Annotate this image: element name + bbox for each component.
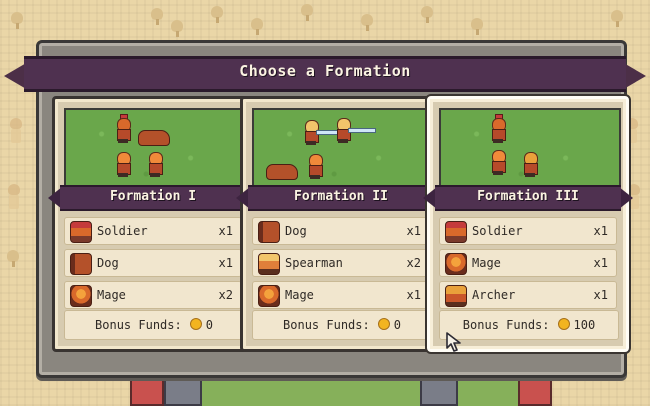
bonus-funds: Bonus Funds: 0 [252, 310, 432, 340]
unit-name: Dog [97, 256, 119, 270]
archer-icon [445, 285, 467, 307]
bonus-funds-value: 0 [393, 318, 401, 332]
tree-icon [470, 18, 484, 36]
archer-icon [521, 148, 539, 178]
bonus-funds-label: Bonus Funds: [283, 318, 370, 332]
mage-icon [70, 285, 92, 307]
unit-row: Soldier x1 [64, 217, 242, 245]
formation-name: Formation III [477, 189, 579, 204]
formation-ribbon: Formation III [423, 185, 633, 211]
unit-row: Archer x1 [439, 281, 617, 309]
mage-icon [445, 253, 467, 275]
bonus-funds-label: Bonus Funds: [462, 318, 550, 332]
unit-count: x1 [406, 224, 421, 238]
soldier-icon [70, 221, 92, 243]
dialog-title: Choose a Formation [239, 62, 411, 80]
formation-preview-grass [252, 108, 434, 192]
unit-count: x1 [218, 256, 233, 270]
title-banner: Choose a Formation [4, 56, 646, 92]
bonus-funds: Bonus Funds: 100 [439, 310, 619, 340]
bonus-funds-value: 0 [205, 318, 213, 332]
mage-icon [306, 150, 324, 180]
unit-row: Soldier x1 [439, 217, 617, 245]
unit-name: Spearman [285, 256, 343, 270]
unit-count: x1 [593, 256, 608, 270]
formation-name: Formation I [109, 189, 197, 204]
unit-count: x1 [593, 224, 608, 238]
coin-icon [557, 318, 570, 330]
mage-icon [114, 148, 132, 178]
formation-card-2[interactable]: Formation II Dog x1 Spearman x2 Mage x1 … [236, 96, 446, 352]
bonus-funds-value: 100 [573, 318, 596, 332]
tree-icon [170, 20, 184, 38]
formation-name: Formation II [294, 189, 388, 204]
unit-name: Mage [97, 288, 126, 302]
formation-preview-grass [439, 108, 621, 192]
unit-name: Dog [285, 224, 307, 238]
dog-icon [70, 253, 92, 275]
soldier-icon [114, 114, 132, 144]
unit-row: Mage x1 [252, 281, 430, 309]
soldier-icon [445, 221, 467, 243]
unit-name: Soldier [472, 224, 523, 238]
soldier-icon [489, 114, 507, 144]
formation-card-3[interactable]: Formation III Soldier x1 Mage x1 Archer … [423, 96, 633, 352]
unit-name: Mage [472, 256, 501, 270]
unit-name: Mage [285, 288, 314, 302]
bonus-funds: Bonus Funds: 0 [64, 310, 244, 340]
unit-name: Soldier [97, 224, 148, 238]
tree-icon [420, 6, 434, 24]
tree-icon [6, 250, 20, 268]
formation-ribbon: Formation I [48, 185, 258, 211]
formation-ribbon: Formation II [236, 185, 446, 211]
dog-icon [138, 130, 170, 146]
tree-icon [360, 14, 374, 32]
dog-icon [266, 164, 298, 180]
tree-icon [210, 6, 224, 24]
mage-icon [146, 148, 164, 178]
coin-icon [189, 318, 202, 330]
tree-icon [250, 18, 264, 36]
unit-count: x1 [406, 288, 421, 302]
dog-icon [258, 221, 280, 243]
mage-icon [489, 146, 507, 176]
tree-icon [10, 12, 24, 30]
unit-count: x2 [406, 256, 421, 270]
tree-icon [300, 4, 314, 22]
coin-icon [377, 318, 390, 330]
unit-row: Dog x1 [252, 217, 430, 245]
tree-icon [150, 8, 164, 26]
unit-row: Mage x2 [64, 281, 242, 309]
bonus-funds-label: Bonus Funds: [95, 318, 182, 332]
spear-icon [348, 128, 376, 133]
unit-count: x1 [218, 224, 233, 238]
formation-card-1[interactable]: Formation I Soldier x1 Dog x1 Mage x2 Bo… [48, 96, 258, 352]
unit-row: Spearman x2 [252, 249, 430, 277]
unit-row: Mage x1 [439, 249, 617, 277]
unit-count: x2 [218, 288, 233, 302]
unit-name: Archer [472, 288, 516, 302]
tree-icon [610, 10, 624, 28]
soldier-icon [6, 184, 22, 212]
spearman-icon [258, 253, 280, 275]
mage-icon [258, 285, 280, 307]
unit-count: x1 [593, 288, 608, 302]
unit-row: Dog x1 [64, 249, 242, 277]
formation-preview-grass [64, 108, 246, 192]
soldier-icon [8, 118, 24, 146]
